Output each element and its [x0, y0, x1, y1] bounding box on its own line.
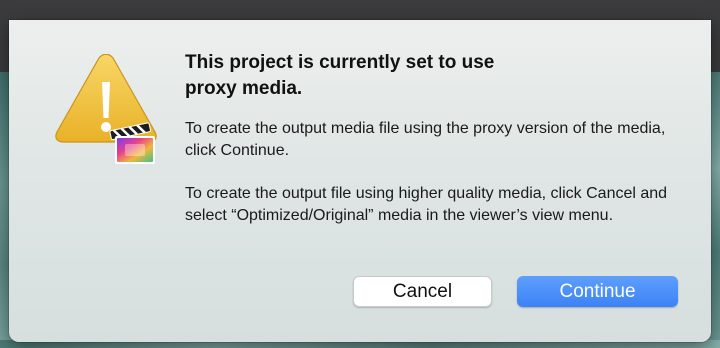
- dialog-title: This project is currently set to use pro…: [185, 52, 495, 99]
- continue-button[interactable]: Continue: [517, 276, 678, 307]
- final-cut-pro-clapper-icon: [109, 122, 155, 164]
- dialog-message-continue: To create the output media file using th…: [185, 120, 666, 159]
- cancel-button[interactable]: Cancel: [353, 276, 492, 307]
- cancel-button-label: Cancel: [392, 280, 453, 302]
- alert-icon: [51, 53, 161, 174]
- dialog-message-cancel: To create the output file using higher q…: [185, 185, 668, 224]
- alert-dialog: This project is currently set to use pro…: [9, 20, 711, 342]
- continue-button-label: Continue: [559, 280, 636, 302]
